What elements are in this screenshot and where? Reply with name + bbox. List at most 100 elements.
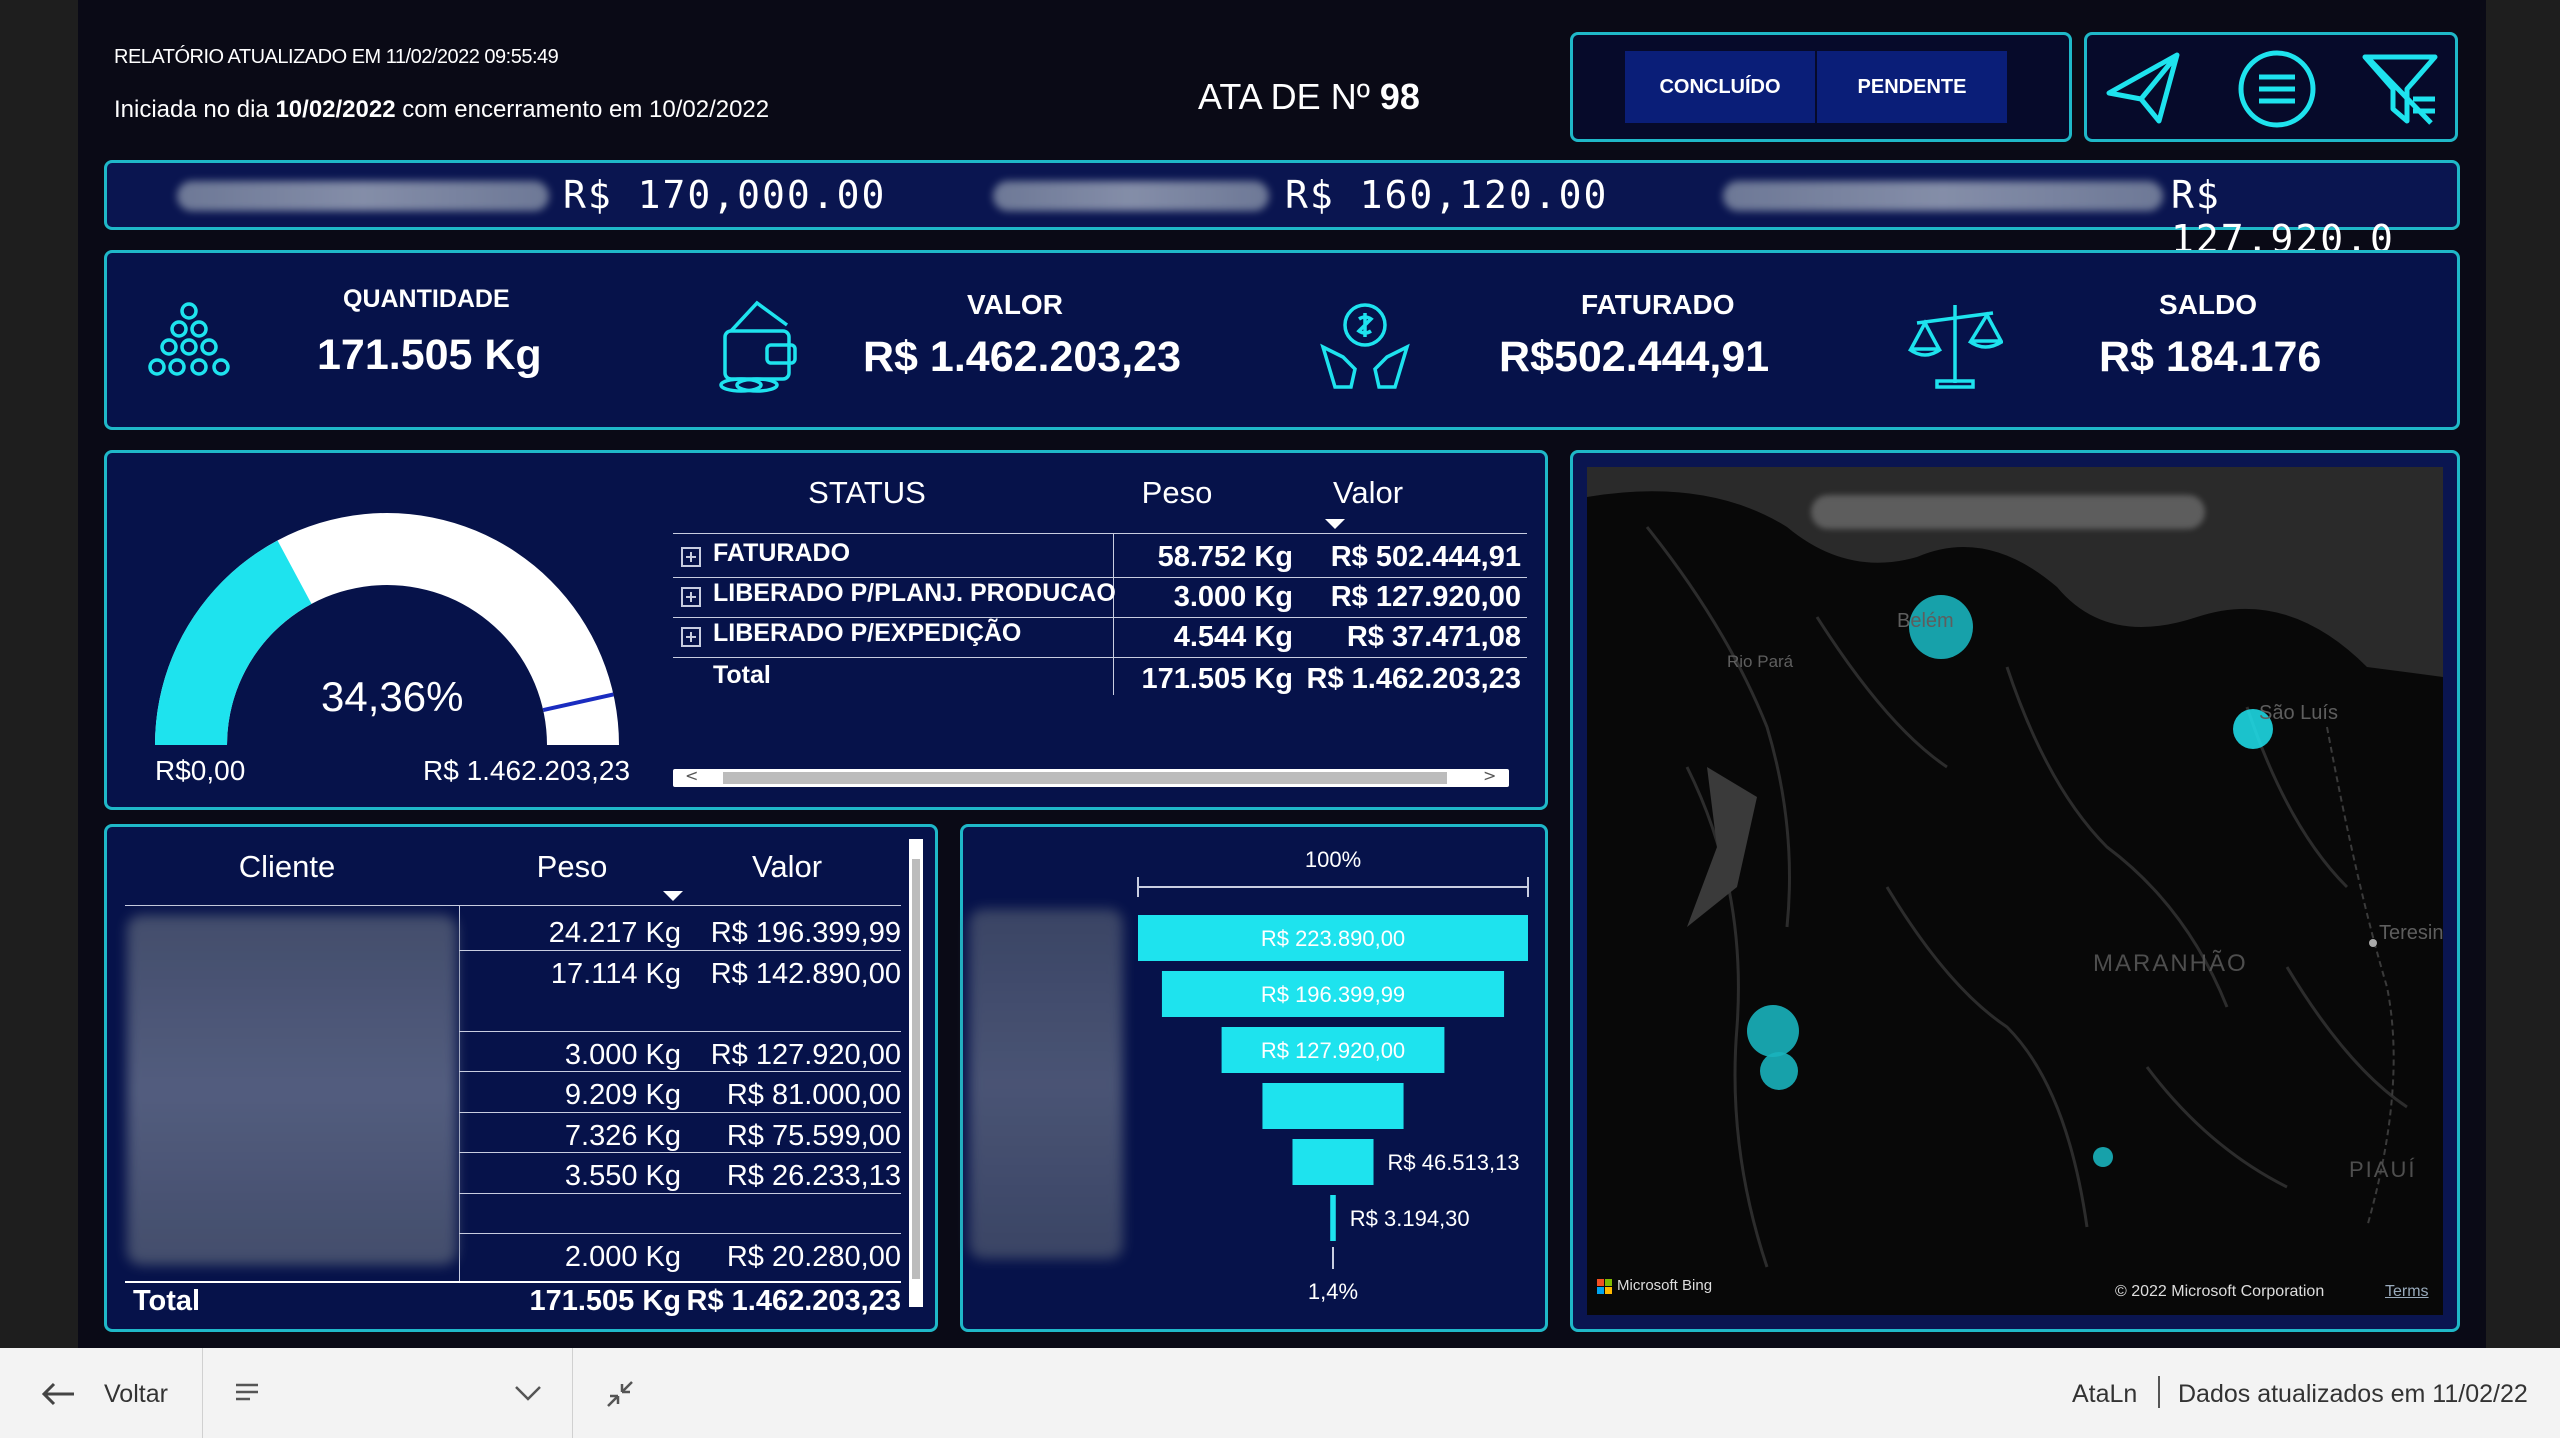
row-rule	[459, 1192, 901, 1194]
row-rule	[459, 1233, 901, 1234]
coins-pyramid-icon	[148, 302, 230, 376]
client-total-rule	[125, 1281, 901, 1283]
map-label-maranhao: MARANHÃO	[2093, 950, 2248, 977]
funnel-data-label: R$ 3.194,30	[1350, 1206, 1470, 1231]
client-peso: 3.000 Kg	[564, 1038, 681, 1071]
scroll-right-icon[interactable]: >	[1483, 766, 1496, 785]
pages-dropdown[interactable]	[204, 1348, 570, 1438]
gauge-fill	[155, 540, 312, 745]
sort-desc-icon[interactable]	[661, 889, 685, 903]
client-peso: 17.114 Kg	[550, 957, 681, 990]
ticker-value-2: R$ 160,120.00	[1285, 173, 1609, 217]
peso-col-header[interactable]: Peso	[507, 849, 637, 885]
sort-desc-icon[interactable]	[1323, 517, 1347, 531]
back-label: Voltar	[104, 1380, 168, 1408]
collapse-icon[interactable]	[604, 1378, 636, 1410]
cliente-col-header[interactable]: Cliente	[197, 849, 377, 885]
pendente-button[interactable]: PENDENTE	[1817, 51, 2007, 123]
funnel-bar	[1262, 1083, 1404, 1129]
started-prefix: Iniciada no dia	[114, 96, 269, 123]
data-updated: Dados atualizados em 11/02/22	[2178, 1380, 2528, 1408]
started-date: 10/02/2022	[275, 96, 396, 123]
concluido-button[interactable]: CONCLUÍDO	[1625, 51, 1815, 123]
client-panel: Cliente Peso Valor 24.217 Kg R$ 196.399,9…	[104, 824, 938, 1332]
map-bubble[interactable]	[1760, 1052, 1798, 1090]
valor-col-header[interactable]: Valor	[717, 849, 857, 885]
peso-col-header[interactable]: Peso	[1107, 475, 1247, 511]
funnel-top-label: 100%	[1305, 847, 1361, 872]
map-view[interactable]: Belém Rio Pará São Luís Teresin MARANHÃO…	[1587, 467, 2443, 1315]
funnel-bar	[1292, 1139, 1374, 1185]
client-valor: R$ 75.599,00	[726, 1119, 901, 1152]
expand-icon[interactable]	[681, 587, 701, 607]
client-peso: 24.217 Kg	[548, 917, 681, 949]
row-rule	[459, 1030, 901, 1032]
row-rule	[459, 949, 901, 951]
client-total-label: Total	[133, 1285, 201, 1317]
bottom-bar: Voltar AtaLn Dados atualizados em 11/02/…	[0, 1348, 2560, 1438]
map-label-sao-luis: São Luís	[2259, 702, 2338, 724]
status-panel: 34,36% R$0,00 R$ 1.462.203,23 STATUS Pes…	[104, 450, 1548, 810]
client-col-divider	[459, 905, 460, 1281]
map-bubble[interactable]	[2093, 1147, 2113, 1167]
client-valor: R$ 127.920,00	[710, 1038, 901, 1071]
ticker-blur-2	[993, 181, 1269, 211]
map-title-blurred	[1811, 495, 2205, 529]
client-valor: R$ 20.280,00	[726, 1241, 901, 1273]
client-header-rule	[125, 905, 901, 906]
kpi-quantidade-label: QUANTIDADE	[343, 285, 510, 313]
horizontal-scrollbar[interactable]: < >	[673, 766, 1509, 787]
client-peso: 3.550 Kg	[564, 1160, 681, 1192]
kpi-saldo-label: SALDO	[2159, 289, 2257, 320]
send-icon[interactable]	[2103, 49, 2185, 127]
client-valor: R$ 81.000,00	[726, 1079, 901, 1111]
scrollbar-thumb[interactable]	[912, 859, 920, 1279]
back-button[interactable]: Voltar	[0, 1348, 200, 1438]
map-bubble[interactable]	[1747, 1005, 1799, 1057]
kpi-valor-label: VALOR	[967, 289, 1063, 320]
ata-label: ATA DE Nº	[1198, 76, 1370, 117]
map-panel: Belém Rio Pará São Luís Teresin MARANHÃO…	[1570, 450, 2460, 1332]
right-gutter	[2486, 0, 2560, 1348]
scrollbar-thumb[interactable]	[723, 772, 1447, 784]
funnel-data-label: R$ 46.513,13	[1388, 1150, 1520, 1175]
map-label-belem: Belém	[1897, 610, 1954, 632]
ticker-value-1: R$ 170,000.00	[563, 173, 887, 217]
status-peso: 3.000 Kg	[1173, 581, 1293, 613]
divider	[572, 1348, 573, 1438]
gauge-min: R$0,00	[155, 755, 246, 786]
gauge-percent: 34,36%	[321, 673, 464, 720]
scroll-left-icon[interactable]: <	[685, 766, 698, 785]
bing-label: Microsoft Bing	[1617, 1277, 1713, 1294]
valor-col-header[interactable]: Valor	[1293, 475, 1443, 511]
left-gutter	[0, 0, 78, 1348]
funnel-data-label: R$ 223.890,00	[1261, 926, 1405, 951]
status-filter-box: CONCLUÍDO PENDENTE	[1570, 32, 2072, 142]
ticker-blur-1	[177, 181, 549, 211]
gauge-max: R$ 1.462.203,23	[423, 755, 631, 786]
vertical-scrollbar[interactable]	[909, 839, 923, 1307]
row-rule	[673, 617, 1527, 618]
client-total-valor: R$ 1.462.203,23	[686, 1285, 901, 1317]
map-copyright: © 2022 Microsoft Corporation	[2115, 1283, 2325, 1300]
updated-label: RELATÓRIO ATUALIZADO EM 11/02/2022 09:55…	[114, 46, 559, 68]
bing-logo-icon	[1597, 1279, 1613, 1295]
map-label-rio-para: Rio Pará	[1727, 652, 1794, 671]
funnel-data-label: R$ 196.399,99	[1261, 982, 1405, 1007]
menu-icon[interactable]	[2235, 47, 2319, 131]
expand-icon[interactable]	[681, 547, 701, 567]
status-total-valor: R$ 1.462.203,23	[1306, 663, 1521, 695]
action-icons-box	[2084, 32, 2458, 142]
started-text: Iniciada no dia 10/02/2022 com encerrame…	[114, 96, 769, 124]
client-total-peso: 171.505 Kg	[529, 1285, 681, 1317]
client-peso: 9.209 Kg	[564, 1079, 681, 1111]
kpi-panel: QUANTIDADE 171.505 Kg VALOR R$ 1.462.203…	[104, 250, 2460, 430]
clear-filter-icon[interactable]	[2359, 49, 2441, 129]
row-rule	[673, 657, 1527, 658]
status-name: LIBERADO P/EXPEDIÇÃO	[713, 619, 1022, 647]
status-total-peso: 171.505 Kg	[1141, 663, 1293, 695]
expand-icon[interactable]	[681, 627, 701, 647]
status-col-header[interactable]: STATUS	[757, 475, 977, 511]
map-terms-link[interactable]: Terms	[2385, 1283, 2429, 1301]
status-name: FATURADO	[713, 539, 851, 567]
